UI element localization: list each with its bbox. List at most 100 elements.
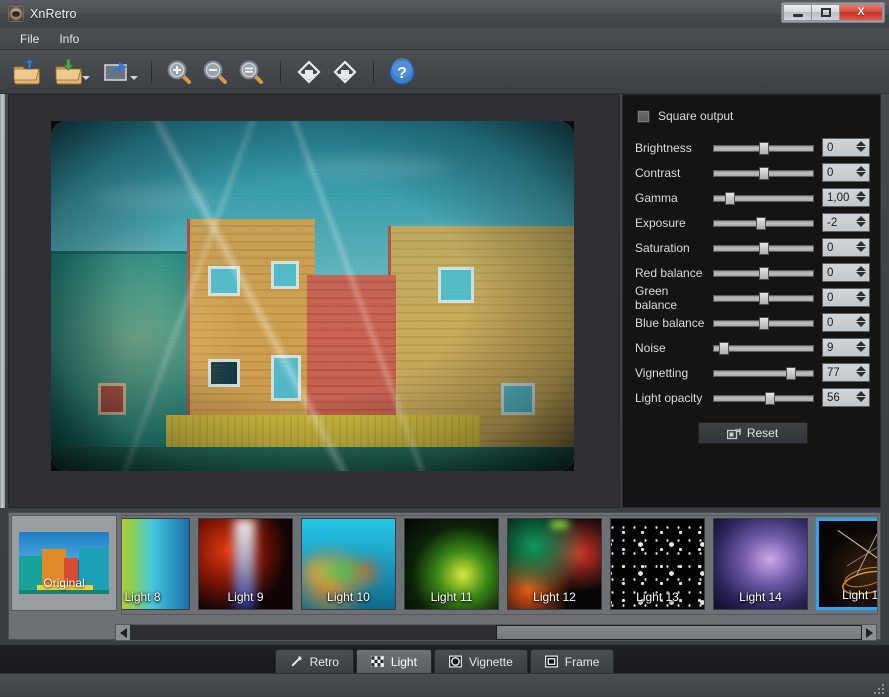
tab-frame[interactable]: Frame [530,649,615,673]
chevron-up-icon[interactable] [856,191,866,196]
scrollbar-thumb[interactable] [496,625,862,640]
thumb-light-10[interactable]: Light 10 [301,518,396,610]
chevron-up-icon[interactable] [856,166,866,171]
chevron-up-icon[interactable] [856,391,866,396]
spinbox-10[interactable]: 56 [822,388,870,407]
spinbox-arrows[interactable] [856,141,866,152]
chevron-up-icon[interactable] [856,141,866,146]
spinbox-8[interactable]: 9 [822,338,870,357]
slider-thumb[interactable] [719,342,729,355]
rotate-right-button[interactable] [328,55,362,89]
spinbox-6[interactable]: 0 [822,288,870,307]
slider-thumb[interactable] [786,367,796,380]
zoom-out-button[interactable] [199,55,233,89]
chevron-down-icon[interactable] [856,272,866,277]
slider-track-9[interactable] [713,364,814,382]
slider-track-5[interactable] [713,264,814,282]
maximize-button[interactable] [811,4,839,21]
rotate-left-button[interactable] [292,55,326,89]
zoom-in-button[interactable] [163,55,197,89]
spinbox-4[interactable]: 0 [822,238,870,257]
zoom-fit-button[interactable] [235,55,269,89]
spinbox-2[interactable]: 1,00 [822,188,870,207]
tab-vignette[interactable]: Vignette [434,649,528,673]
save-dropdown-caret[interactable] [82,76,90,80]
chevron-up-icon[interactable] [856,316,866,321]
spinbox-arrows[interactable] [856,366,866,377]
menu-file[interactable]: File [10,29,49,49]
filmstrip-viewport[interactable]: Light 8Light 9Light 10Light 11Light 12Li… [121,515,878,615]
thumb-original[interactable]: Original [11,515,117,611]
chevron-down-icon[interactable] [856,347,866,352]
chevron-down-icon[interactable] [856,322,866,327]
thumb-light-11[interactable]: Light 11 [404,518,499,610]
square-output-row[interactable]: Square output [637,109,870,123]
chevron-up-icon[interactable] [856,241,866,246]
slider-track-8[interactable] [713,339,814,357]
scroll-right-button[interactable] [862,625,876,640]
chevron-down-icon[interactable] [856,372,866,377]
filmstrip-scrollbar[interactable] [115,624,877,641]
share-export-button[interactable] [94,55,140,89]
slider-thumb[interactable] [759,292,769,305]
reset-button[interactable]: Reset [698,422,808,444]
slider-thumb[interactable] [759,167,769,180]
scrollbar-track[interactable] [130,625,862,640]
resize-grip[interactable] [872,682,884,694]
chevron-down-icon[interactable] [856,172,866,177]
spinbox-arrows[interactable] [856,191,866,202]
spinbox-arrows[interactable] [856,391,866,402]
slider-track-6[interactable] [713,289,814,307]
spinbox-arrows[interactable] [856,291,866,302]
thumb-light-14[interactable]: Light 14 [713,518,808,610]
spinbox-arrows[interactable] [856,266,866,277]
chevron-up-icon[interactable] [856,366,866,371]
chevron-down-icon[interactable] [856,147,866,152]
slider-track-1[interactable] [713,164,814,182]
spinbox-arrows[interactable] [856,241,866,252]
slider-track-0[interactable] [713,139,814,157]
spinbox-7[interactable]: 0 [822,313,870,332]
chevron-down-icon[interactable] [856,297,866,302]
slider-thumb[interactable] [725,192,735,205]
slider-track-2[interactable] [713,189,814,207]
spinbox-3[interactable]: -2 [822,213,870,232]
spinbox-9[interactable]: 77 [822,363,870,382]
thumb-light-15[interactable]: Light 15 [816,518,878,610]
thumb-light-13[interactable]: Light 13 [610,518,705,610]
slider-track-7[interactable] [713,314,814,332]
thumb-light-8[interactable]: Light 8 [121,518,190,610]
scroll-left-button[interactable] [116,625,130,640]
chevron-up-icon[interactable] [856,291,866,296]
menu-info[interactable]: Info [49,29,89,49]
slider-thumb[interactable] [759,317,769,330]
minimize-button[interactable] [783,4,811,21]
spinbox-arrows[interactable] [856,341,866,352]
help-button[interactable]: ? [385,55,419,89]
chevron-up-icon[interactable] [856,341,866,346]
slider-thumb[interactable] [759,142,769,155]
save-file-button[interactable] [46,55,92,89]
slider-thumb[interactable] [759,242,769,255]
spinbox-arrows[interactable] [856,166,866,177]
spinbox-5[interactable]: 0 [822,263,870,282]
slider-thumb[interactable] [756,217,766,230]
share-dropdown-caret[interactable] [130,76,138,80]
spinbox-0[interactable]: 0 [822,138,870,157]
spinbox-1[interactable]: 0 [822,163,870,182]
square-output-checkbox[interactable] [637,110,650,123]
chevron-down-icon[interactable] [856,222,866,227]
thumb-light-9[interactable]: Light 9 [198,518,293,610]
chevron-down-icon[interactable] [856,197,866,202]
open-file-button[interactable] [10,55,44,89]
thumb-light-12[interactable]: Light 12 [507,518,602,610]
slider-thumb[interactable] [759,267,769,280]
chevron-up-icon[interactable] [856,266,866,271]
slider-thumb[interactable] [765,392,775,405]
spinbox-arrows[interactable] [856,316,866,327]
slider-track-3[interactable] [713,214,814,232]
chevron-down-icon[interactable] [856,247,866,252]
slider-track-4[interactable] [713,239,814,257]
slider-track-10[interactable] [713,389,814,407]
spinbox-arrows[interactable] [856,216,866,227]
